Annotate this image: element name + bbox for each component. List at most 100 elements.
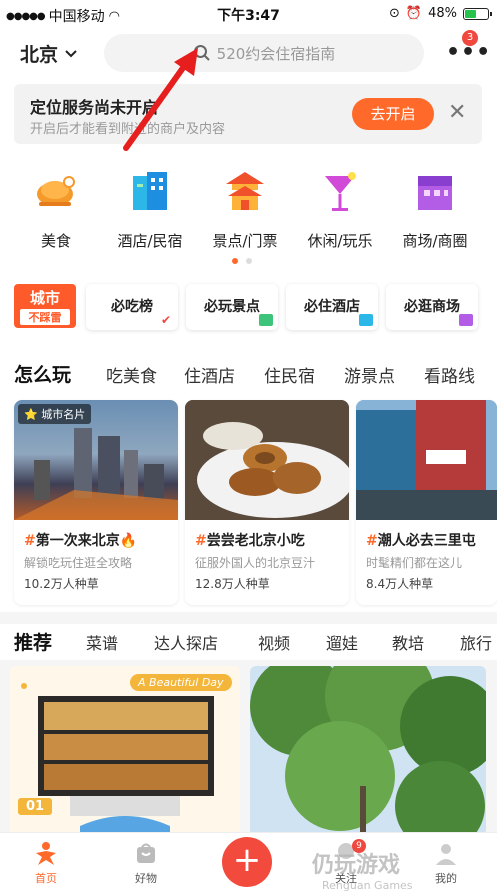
pager-dot [246,258,252,264]
trees-image [250,666,486,841]
card-subtitle: 征服外国人的北京豆汁 [195,556,316,570]
category-scenic[interactable]: 景点/门票 [195,168,295,251]
profile-icon [436,844,456,865]
nav-label: 我的 [435,872,457,885]
mall-mini-icon [459,314,473,326]
bottom-nav: 首页 好物 + 9 关注 我的 仍玩游戏 Renguan Games [0,832,497,894]
city-tag-line2: 不踩雷 [20,309,70,325]
card-count: 10.2万人种草 [24,577,99,591]
card-first-time-beijing[interactable]: ⭐ 城市名片 #第一次来北京🔥 解锁吃玩住逛全攻略 10.2万人种草 [14,400,178,605]
category-label: 美食 [40,232,71,250]
chip-must-eat[interactable]: 必吃榜 ✔ [86,284,178,330]
close-icon[interactable]: ✕ [448,100,466,125]
nav-home[interactable]: 首页 [16,839,76,886]
tab-hotel[interactable]: 住酒店 [184,362,235,387]
publish-button[interactable]: + [222,837,272,887]
nav-mine[interactable]: 我的 [416,839,476,886]
card-image: ⭐ 城市名片 [14,400,178,520]
recommend-tabs: 推荐 菜谱 达人探店 视频 遛娃 教培 旅行 [14,628,497,657]
feed-card-trees[interactable] [250,666,486,841]
play-cards: ⭐ 城市名片 #第一次来北京🔥 解锁吃玩住逛全攻略 10.2万人种草 #尝尝老北… [0,400,497,605]
card-image [356,400,497,520]
play-tabs: 怎么玩 吃美食 住酒店 住民宿 游景点 看路线 [14,360,497,390]
tab-influencer[interactable]: 达人探店 [154,630,218,654]
card-image [185,400,349,520]
watermark: 仍玩游戏 Renguan Games [312,853,413,892]
chevron-down-icon [65,49,77,57]
card-title: #潮人必去三里屯 [366,533,476,549]
home-icon [36,842,56,865]
pagoda-mini-icon [259,314,273,326]
card-old-beijing-snacks[interactable]: #尝尝老北京小吃 征服外国人的北京豆汁 12.8万人种草 [185,400,349,605]
chip-must-stay[interactable]: 必住酒店 [286,284,378,330]
tab-kids[interactable]: 遛娃 [326,630,358,654]
category-label: 酒店/民宿 [117,232,183,250]
category-leisure[interactable]: 休闲/玩乐 [290,168,390,251]
category-food[interactable]: 美食 [6,168,106,251]
tab-travel[interactable]: 旅行 [460,630,492,654]
tab-homestay[interactable]: 住民宿 [264,362,315,387]
chip-must-play[interactable]: 必玩景点 [186,284,278,330]
category-label: 休闲/玩乐 [307,232,373,250]
mall-icon [418,176,452,210]
nav-label: 首页 [35,872,57,885]
category-hotel[interactable]: 酒店/民宿 [100,168,200,251]
tab-how-to-play[interactable]: 怎么玩 [14,360,72,389]
app-root: ●●●●● 中国移动 ◠ 下午3:47 ⊙ ⏰ 48% 北京 520约会住宿指南… [0,0,497,894]
card-subtitle: 时髦精们都在这儿 [366,556,463,570]
feed-number: 01 [18,798,53,815]
battery-fill [465,9,476,18]
city-no-pitfall-tag[interactable]: 城市 不踩雷 [14,284,76,328]
card-count: 12.8万人种草 [195,577,270,591]
city-card-badge: ⭐ 城市名片 [18,404,92,424]
tab-education[interactable]: 教培 [392,630,424,654]
category-label: 景点/门票 [212,232,278,250]
search-placeholder: 520约会住宿指南 [216,44,336,63]
pagoda-icon [226,172,264,210]
tab-routes[interactable]: 看路线 [424,362,475,387]
alarm-icon: ⏰ [405,6,423,21]
pager-dot-active [232,258,238,264]
cocktail-icon [325,172,356,211]
enable-location-button[interactable]: 去开启 [352,98,434,130]
sanlitun-image [356,400,497,520]
building-mini-icon [359,314,373,326]
battery-icon [463,7,492,20]
card-count: 8.4万人种草 [366,577,434,591]
card-sanlitun[interactable]: #潮人必去三里屯 时髦精们都在这儿 8.4万人种草 [356,400,497,605]
building-icon [133,172,167,210]
tab-recipes[interactable]: 菜谱 [86,630,118,654]
notification-badge: 3 [462,30,478,46]
check-icon: ✔ [160,313,172,327]
status-bar: ●●●●● 中国移动 ◠ 下午3:47 ⊙ ⏰ 48% [0,0,497,30]
feed-badge: A Beautiful Day [130,674,232,691]
rank-chips: 城市 不踩雷 必吃榜 ✔ 必玩景点 必住酒店 必逛商场 [0,282,497,332]
feed-card-bookstore[interactable]: A Beautiful Day 01 [10,666,240,841]
feed: A Beautiful Day 01 [0,660,497,841]
card-subtitle: 解锁吃玩住逛全攻略 [24,556,133,570]
card-title: #尝尝老北京小吃 [195,533,305,549]
category-mall[interactable]: 商场/商圈 [385,168,485,251]
chicken-icon [37,176,75,206]
chip-label: 必逛商场 [404,299,460,315]
status-right: ⊙ ⏰ 48% [389,6,492,21]
chip-label: 必住酒店 [304,299,360,315]
chip-label: 必吃榜 [111,299,153,315]
tab-scenic[interactable]: 游景点 [344,362,395,387]
tab-video[interactable]: 视频 [258,630,290,654]
chip-label: 必玩景点 [204,299,260,315]
chip-must-shop[interactable]: 必逛商场 [386,284,478,330]
city-selector[interactable]: 北京 [20,40,78,67]
city-tag-line1: 城市 [29,289,60,307]
category-label: 商场/商圈 [402,232,468,250]
shopping-bag-icon [137,843,155,863]
category-pager [232,258,252,264]
nav-goods[interactable]: 好物 [116,839,176,886]
city-label: 北京 [20,44,59,66]
nav-label: 好物 [135,872,157,885]
tab-recommend[interactable]: 推荐 [14,628,53,657]
section-divider [0,612,497,624]
location-banner: 定位服务尚未开启 开启后才能看到附近的商户及内容 去开启 ✕ [14,84,482,144]
red-arrow-annotation [123,48,198,151]
tab-eat[interactable]: 吃美食 [106,362,157,387]
